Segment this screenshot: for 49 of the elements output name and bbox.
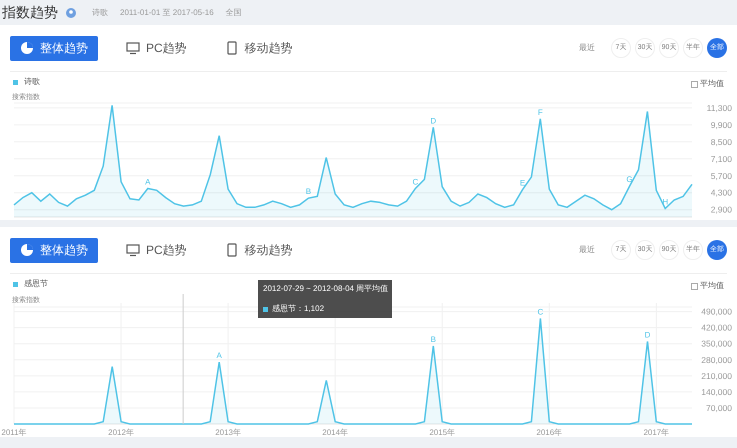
keyword-text: 诗歌 [92, 6, 108, 18]
monitor-icon [126, 243, 140, 257]
legend-label: 诗歌 [24, 76, 40, 88]
tooltip-value: 感恩节：1,102 [272, 303, 324, 315]
tick-label: 280,000 [701, 354, 732, 365]
tick-label: 140,000 [701, 386, 732, 397]
tick-label: 2016年 [536, 428, 562, 437]
average-checkbox[interactable] [691, 282, 698, 290]
region-text: 全国 [226, 6, 242, 18]
tick-label: 4,300 [710, 188, 732, 198]
tick-label: 2,900 [710, 204, 732, 215]
tick-label: 5,700 [710, 170, 732, 181]
tick-label: 70,000 [706, 402, 732, 413]
tick-label: 9,900 [710, 120, 732, 130]
pie-chart-icon [20, 41, 34, 55]
tick-label: 11,300 [706, 102, 732, 113]
tick-label: 2014年 [322, 428, 348, 437]
tablet-icon [224, 243, 239, 257]
trend-tab[interactable]: 整体趋势 [10, 238, 98, 262]
average-label: 平均值 [700, 280, 724, 292]
tooltip-title: 2012-07-29 ~ 2012-08-04 周平均值 [263, 283, 387, 295]
average-label: 平均值 [700, 78, 724, 90]
tick-label: 210,000 [701, 370, 732, 381]
tick-label: 2017年 [643, 428, 670, 437]
monitor-icon [126, 41, 140, 55]
tick-label: 2013年 [215, 428, 242, 437]
trend-tab[interactable]: 整体趋势 [10, 36, 98, 60]
trend-tab[interactable]: 移动趋势 [214, 36, 303, 60]
recent-label: 最近 [579, 42, 595, 54]
tick-label: 2012年 [108, 428, 134, 437]
tick-label: 2015年 [429, 428, 456, 437]
help-icon[interactable] [66, 8, 76, 18]
recent-label: 最近 [579, 244, 595, 256]
tick-label: 8,500 [710, 136, 732, 147]
page-title: 指数趋势 [2, 3, 58, 22]
tick-label: 7,100 [710, 154, 732, 164]
legend-swatch [263, 306, 268, 312]
tick-label: 350,000 [701, 338, 732, 349]
tick-label: 420,000 [701, 322, 732, 333]
pie-chart-icon [20, 243, 34, 257]
legend-label: 感恩节 [24, 278, 48, 290]
trend-tab[interactable]: PC趋势 [116, 238, 197, 262]
trend-tab[interactable]: 移动趋势 [214, 238, 303, 262]
average-checkbox[interactable] [691, 80, 698, 88]
date-range-text: 2011-01-01 至 2017-05-16 [120, 6, 214, 18]
trend-tab[interactable]: PC趋势 [116, 36, 197, 60]
tick-label: 2011年 [1, 428, 27, 437]
tick-label: 490,000 [701, 306, 732, 317]
tablet-icon [224, 41, 239, 55]
